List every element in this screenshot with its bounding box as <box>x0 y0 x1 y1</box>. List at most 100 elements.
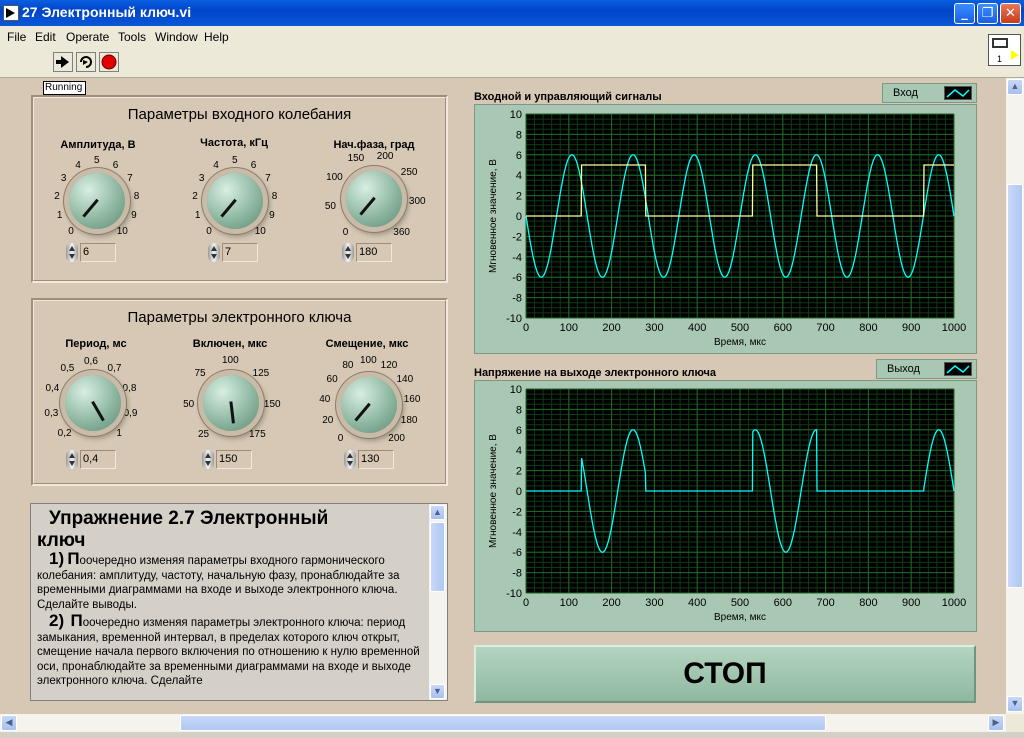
y-tick-label: 4 <box>516 445 522 457</box>
frequency-spinner[interactable] <box>208 243 220 262</box>
on-time-label: Включен, мкс <box>192 338 268 350</box>
y-tick-label: -2 <box>512 231 522 243</box>
phase-tick-label: 150 <box>347 152 365 164</box>
x-tick-label: 0 <box>523 322 529 334</box>
offset-pointer <box>354 402 371 422</box>
menu-window[interactable]: Window <box>155 30 198 44</box>
menu-edit[interactable]: Edit <box>35 30 56 44</box>
notes-scroll-down[interactable]: ▼ <box>430 684 445 699</box>
period-spinner[interactable] <box>66 450 78 469</box>
on-time-tick-label: 25 <box>198 429 210 441</box>
notes-heading-line2: ключ <box>37 530 86 551</box>
amplitude-tick-label: 0 <box>68 225 74 237</box>
y-tick-label: 8 <box>516 129 522 141</box>
panel-horizontal-scrollbar[interactable]: ◀ ▶ <box>0 714 1006 732</box>
panel-scroll-left[interactable]: ◀ <box>1 715 17 731</box>
on-time-value[interactable]: 150 <box>216 450 252 469</box>
amplitude-tick-label: 5 <box>94 155 100 166</box>
menu-help[interactable]: Help <box>204 30 229 44</box>
notes-scrollbar[interactable]: ▲ ▼ <box>429 504 447 700</box>
y-tick-label: 2 <box>516 466 522 478</box>
on-time-spinner[interactable] <box>202 450 214 469</box>
period-tick-label: 0,9 <box>123 407 138 419</box>
phase-label: Нач.фаза, град <box>333 139 415 151</box>
y-tick-label: -8 <box>512 568 522 580</box>
abort-button[interactable] <box>99 52 119 72</box>
period-tick-label: 0,5 <box>60 363 75 375</box>
on-time-tick-label: 100 <box>222 355 239 366</box>
amplitude-value[interactable]: 6 <box>80 243 116 262</box>
offset-spinner[interactable] <box>344 450 356 469</box>
scroll-corner <box>1006 714 1024 732</box>
amplitude-label: Амплитуда, В <box>60 139 136 151</box>
frequency-value[interactable]: 7 <box>222 243 258 262</box>
period-tick-label: 0,7 <box>107 363 122 375</box>
notes-scroll-up[interactable]: ▲ <box>430 505 445 520</box>
on-time-tick-label: 75 <box>194 368 206 380</box>
phase-knob[interactable] <box>346 171 402 227</box>
x-tick-label: 400 <box>688 597 706 609</box>
amplitude-tick-label: 9 <box>131 209 137 221</box>
phase-value[interactable]: 180 <box>356 243 392 262</box>
panel-vertical-scrollbar[interactable]: ▲ ▼ <box>1006 78 1024 714</box>
graph1-plot[interactable]: 0 100 200 300 400 500 600 700 800 900 10001086420-… <box>475 105 976 353</box>
frequency-knob[interactable] <box>207 173 263 229</box>
period-tick-label: 0,4 <box>45 382 60 394</box>
period-value[interactable]: 0,4 <box>80 450 116 469</box>
run-button[interactable] <box>53 52 73 72</box>
panel-scroll-right[interactable]: ▶ <box>988 715 1004 731</box>
frequency-label: Частота, кГц <box>200 137 268 149</box>
phase-tick-label: 50 <box>324 201 336 213</box>
y-tick-label: 4 <box>516 170 522 182</box>
period-knob[interactable] <box>65 375 121 431</box>
graph2-frame: 0 100 200 300 400 500 600 700 800 900 1000 10 8 6 4 2 0-… <box>474 380 977 632</box>
stop-button[interactable]: СТОП <box>474 645 976 703</box>
x-tick-label: 600 <box>774 597 792 609</box>
panel-scroll-up[interactable]: ▲ <box>1007 79 1023 95</box>
menu-bar: File Edit Operate Tools Window Help <box>0 26 1024 48</box>
minimize-button[interactable]: _ <box>954 3 975 24</box>
panel-scroll-down[interactable]: ▼ <box>1007 696 1023 712</box>
offset-value[interactable]: 130 <box>358 450 394 469</box>
frequency-pointer <box>220 198 237 218</box>
phase-tick-label: 360 <box>393 226 410 238</box>
period-pointer <box>91 400 105 422</box>
amplitude-knob[interactable] <box>69 173 125 229</box>
y-tick-label: 6 <box>516 150 522 162</box>
graph2-legend[interactable]: Выход <box>876 359 977 379</box>
amplitude-spinner[interactable] <box>66 243 78 262</box>
menu-operate[interactable]: Operate <box>66 30 109 44</box>
run-continuously-button[interactable] <box>76 52 96 72</box>
menu-file[interactable]: File <box>7 30 26 44</box>
x-tick-label: 500 <box>731 322 749 334</box>
frequency-tick-label: 0 <box>206 225 212 237</box>
graph1-legend[interactable]: Вход <box>882 83 977 103</box>
amplitude-tick-label: 8 <box>133 190 140 202</box>
graph2-plot[interactable]: 0 100 200 300 400 500 600 700 800 900 10001086420-… <box>475 381 976 631</box>
y-tick-label: 6 <box>516 425 522 437</box>
graph2-legend-label: Выход <box>887 363 920 375</box>
panel-hscroll-thumb[interactable] <box>180 715 826 731</box>
vi-connector-icon[interactable]: 1 <box>988 34 1021 66</box>
title-bar: 27 Электронный ключ.vi _ ❐ ✕ <box>0 0 1024 26</box>
panel-vscroll-thumb[interactable] <box>1007 184 1023 588</box>
frequency-tick-label: 8 <box>271 190 278 202</box>
phase-spinner[interactable] <box>342 243 354 262</box>
x-tick-label: 300 <box>645 322 663 334</box>
exercise-notes[interactable]: Упражнение 2.7 Электронный ключ 1) Поочер… <box>30 503 448 701</box>
amplitude-tick-label: 3 <box>60 172 67 184</box>
labview-vi-icon <box>3 5 19 21</box>
notes-scroll-thumb[interactable] <box>430 522 445 592</box>
x-tick-label: 0 <box>523 597 529 609</box>
offset-tick-label: 140 <box>396 374 414 386</box>
offset-knob[interactable] <box>341 377 397 433</box>
key-params-title: Параметры электронного ключа <box>127 309 352 326</box>
close-button[interactable]: ✕ <box>1000 3 1021 24</box>
x-tick-label: 1000 <box>942 597 966 609</box>
menu-tools[interactable]: Tools <box>118 30 146 44</box>
on-time-pointer <box>229 401 235 424</box>
y-tick-label: -4 <box>512 527 522 539</box>
on-time-knob[interactable] <box>203 375 259 431</box>
restore-button[interactable]: ❐ <box>977 3 998 24</box>
y-tick-label: 8 <box>516 404 522 416</box>
